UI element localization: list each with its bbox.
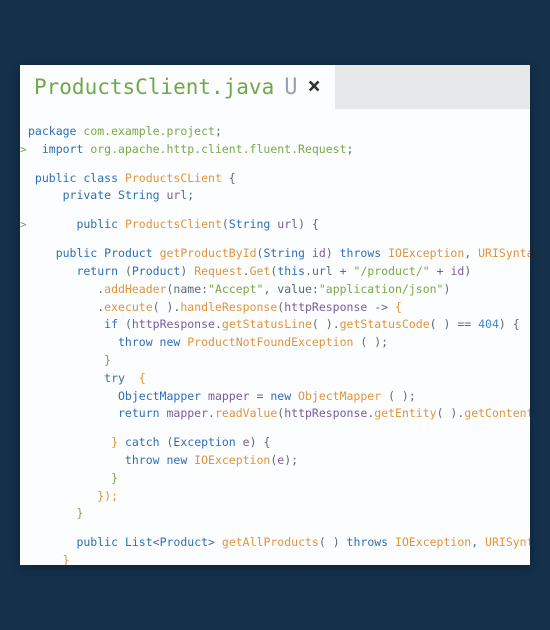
code-area[interactable]: package com.example.project; > import or…: [20, 109, 530, 565]
tab-bar: ProductsClient.java U ×: [20, 65, 530, 109]
tab-bar-spacer: [336, 65, 530, 109]
code-line: .execute( ).handleResponse(httpResponse …: [28, 299, 522, 317]
gutter-marker-icon: >: [20, 141, 27, 158]
code-line: if (httpResponse.getStatusLine( ).getSta…: [28, 316, 522, 334]
blank-line: [28, 423, 522, 434]
file-tab[interactable]: ProductsClient.java U ×: [20, 65, 336, 109]
code-line: private String url;: [28, 187, 522, 205]
code-line: });: [28, 488, 522, 506]
code-line: return mapper.readValue(httpResponse.get…: [28, 405, 522, 423]
blank-line: [28, 205, 522, 216]
code-line: } catch (Exception e) {: [28, 434, 522, 452]
blank-line: [28, 159, 522, 170]
close-icon[interactable]: ×: [307, 76, 320, 98]
code-line: throw new IOException(e);: [28, 452, 522, 470]
code-line: return (Product) Request.Get(this.url + …: [28, 263, 522, 281]
code-line: public Product getProductById(String id)…: [28, 245, 522, 263]
code-line: > import org.apache.http.client.fluent.R…: [28, 141, 522, 159]
blank-line: [28, 234, 522, 245]
gutter-marker-icon: >: [20, 216, 27, 233]
code-line: public class ProductsCLient {: [28, 170, 522, 188]
code-line: }: [28, 470, 522, 488]
tab-filename: ProductsClient.java: [34, 75, 274, 99]
code-line: throw new ProductNotFoundException ( );: [28, 334, 522, 352]
code-line: }: [28, 352, 522, 370]
code-line: package com.example.project;: [28, 123, 522, 141]
code-line: ObjectMapper mapper = new ObjectMapper (…: [28, 388, 522, 406]
code-editor: ProductsClient.java U × package com.exam…: [20, 65, 530, 565]
modified-indicator: U: [284, 75, 297, 100]
code-line: public List<Product> getAllProducts( ) t…: [28, 534, 522, 552]
code-line: }: [28, 552, 522, 565]
code-line: > public ProductsClient(String url) {: [28, 216, 522, 234]
blank-line: [28, 523, 522, 534]
code-line: .addHeader(name:"Accept", value:"applica…: [28, 281, 522, 299]
code-line: }: [28, 505, 522, 523]
code-line: try {: [28, 370, 522, 388]
